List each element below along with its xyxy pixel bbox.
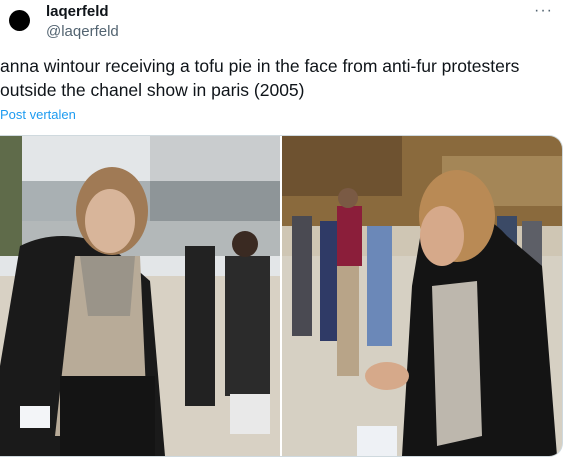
tweet-photo-1[interactable] xyxy=(0,136,280,456)
media-grid xyxy=(0,135,563,457)
tweet-photo-2[interactable] xyxy=(282,136,562,456)
more-options-icon[interactable]: ··· xyxy=(534,2,553,20)
author-display-name[interactable]: laqerfeld xyxy=(46,3,109,20)
tweet-text: anna wintour receiving a tofu pie in the… xyxy=(0,56,520,100)
photo-1-image xyxy=(0,136,280,456)
avatar[interactable] xyxy=(9,10,30,31)
translate-post-link[interactable]: Post vertalen xyxy=(0,107,76,122)
photo-2-image xyxy=(282,136,562,456)
author-handle[interactable]: @laqerfeld xyxy=(46,23,119,40)
